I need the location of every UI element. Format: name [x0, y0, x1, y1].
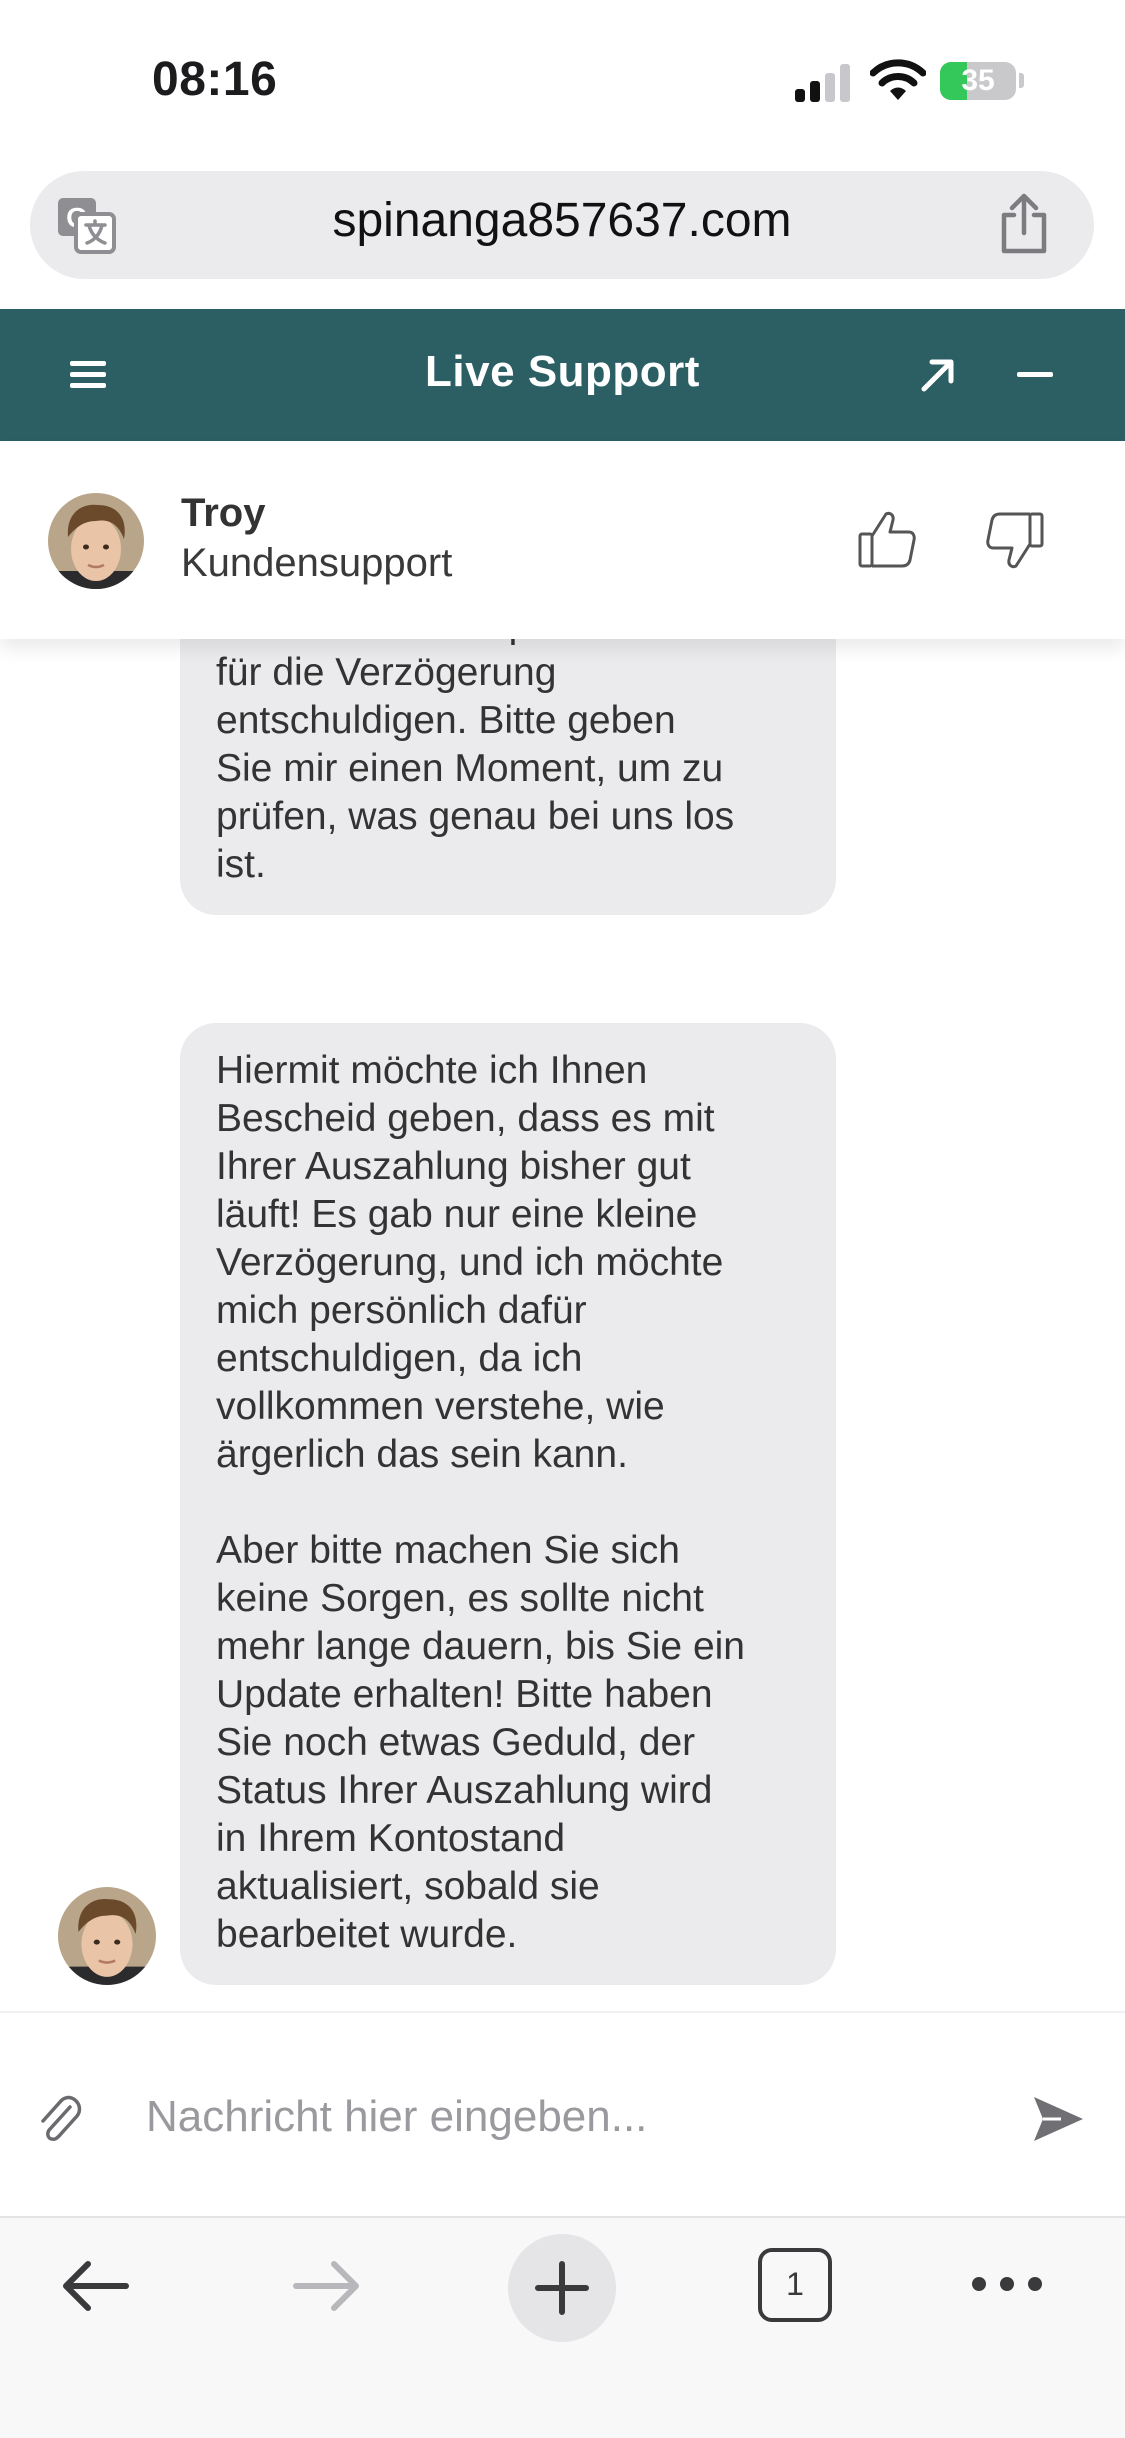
translate-icon[interactable]: G [55, 195, 117, 255]
agent-message: Hiermit möchte ich Ihnen Bescheid geben,… [180, 1023, 836, 1985]
battery-indicator: 35 [940, 62, 1016, 100]
share-icon[interactable] [994, 193, 1054, 255]
address-bar[interactable]: G spinanga857637.com [30, 171, 1094, 279]
agent-message-avatar [58, 1887, 156, 1985]
chat-header: Live Support [0, 309, 1125, 441]
message-list[interactable]: Geld dringend erwarten, und ich möchte m… [0, 639, 1125, 2011]
agent-name: Troy [181, 491, 266, 535]
battery-level-text: 35 [961, 64, 995, 97]
back-arrow-icon[interactable] [60, 2258, 130, 2314]
more-icon[interactable] [970, 2274, 1044, 2294]
agent-role: Kundensupport [181, 541, 453, 585]
thumbs-up-icon[interactable] [856, 508, 918, 572]
forward-arrow-icon[interactable] [292, 2258, 362, 2314]
paperclip-icon[interactable] [36, 2093, 84, 2145]
cellular-signal-icon [795, 62, 855, 102]
thumbs-down-icon[interactable] [984, 508, 1046, 572]
message-composer [0, 2011, 1125, 2218]
browser-toolbar: 1 [0, 2216, 1125, 2438]
agent-message: Geld dringend erwarten, und ich möchte m… [180, 639, 836, 915]
wifi-icon [870, 59, 926, 100]
battery-nub [1019, 73, 1024, 88]
agent-info-bar: Troy Kundensupport [0, 441, 1125, 639]
new-tab-button[interactable] [508, 2234, 616, 2342]
url-text[interactable]: spinanga857637.com [170, 193, 954, 248]
expand-icon[interactable] [918, 355, 958, 395]
agent-avatar [48, 493, 144, 589]
minimize-icon[interactable] [1017, 371, 1053, 379]
plus-icon [535, 2261, 589, 2315]
status-time: 08:16 [152, 53, 278, 106]
status-bar: 08:16 35 [0, 0, 1125, 165]
message-input[interactable] [146, 2087, 966, 2147]
send-icon[interactable] [1031, 2093, 1085, 2145]
tab-count-button[interactable]: 1 [758, 2248, 832, 2322]
